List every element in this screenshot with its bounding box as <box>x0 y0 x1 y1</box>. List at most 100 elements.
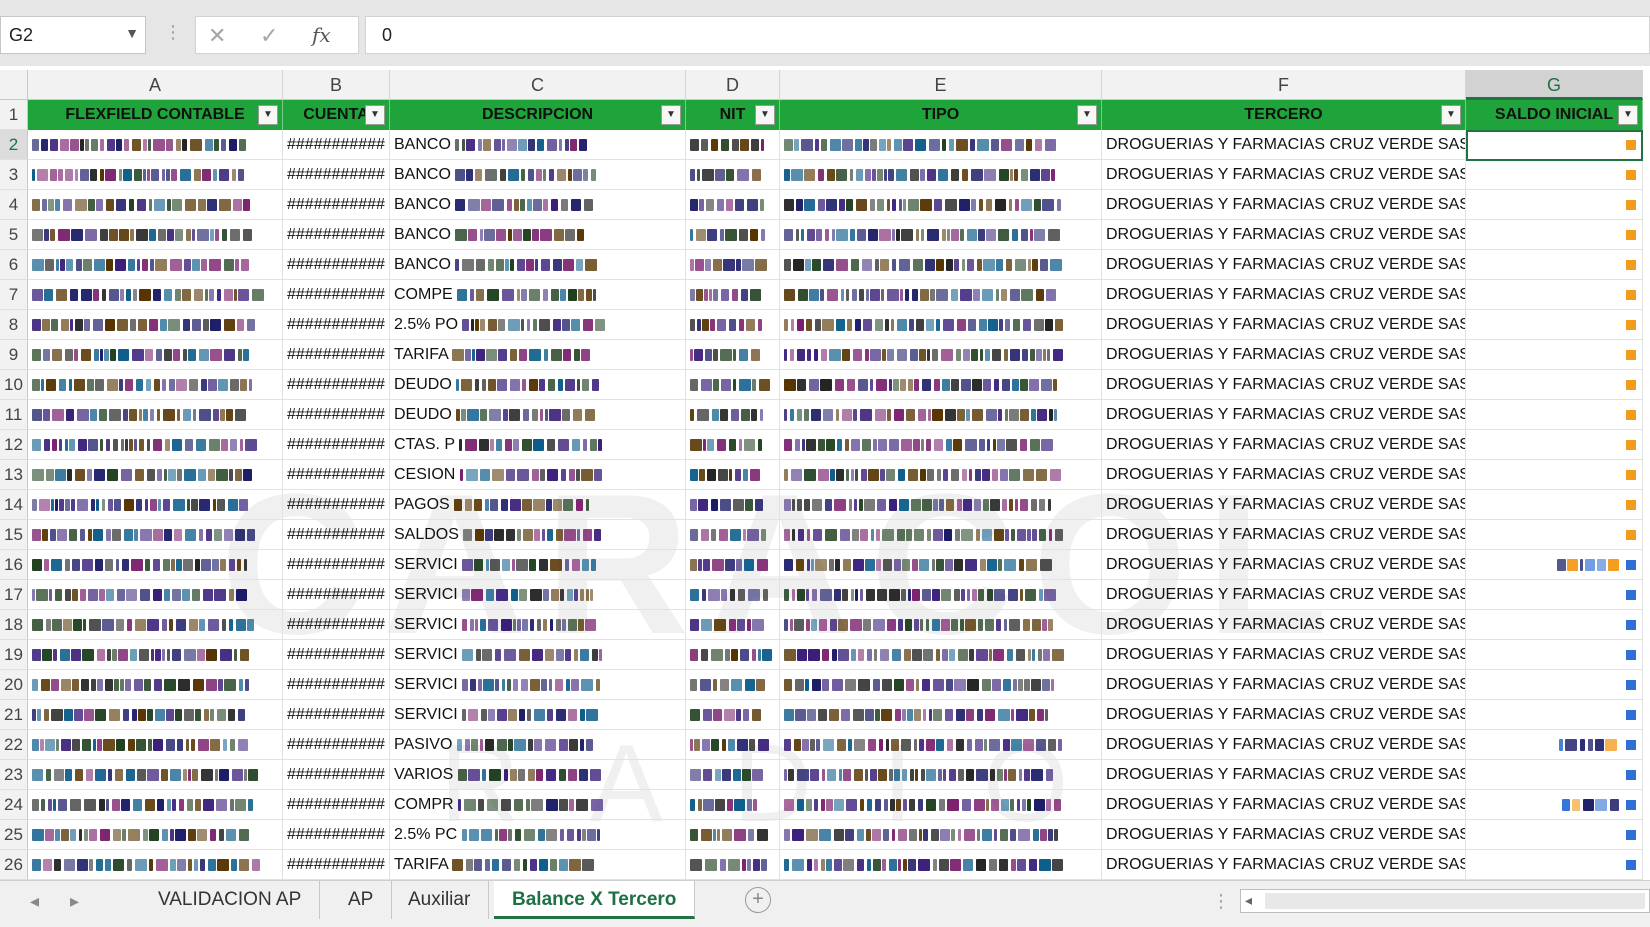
cell-a[interactable] <box>28 490 283 520</box>
cell-a[interactable] <box>28 610 283 640</box>
cell-g[interactable] <box>1466 460 1643 490</box>
filter-dropdown-icon[interactable]: ▼ <box>258 105 278 125</box>
cell-c[interactable]: COMPR <box>390 790 686 820</box>
formula-input[interactable]: 0 <box>365 16 1650 54</box>
cell-d[interactable] <box>686 550 780 580</box>
cell-d[interactable] <box>686 700 780 730</box>
cell-f[interactable]: DROGUERIAS Y FARMACIAS CRUZ VERDE SAS <box>1102 730 1466 760</box>
cell-a[interactable] <box>28 190 283 220</box>
cell-e[interactable] <box>780 730 1102 760</box>
cell-b[interactable]: ########### <box>283 670 390 700</box>
scrollbar-thumb[interactable] <box>1265 893 1645 909</box>
cell-c[interactable]: BANCO <box>390 220 686 250</box>
cell-f[interactable]: DROGUERIAS Y FARMACIAS CRUZ VERDE SAS <box>1102 550 1466 580</box>
cell-e[interactable] <box>780 130 1102 160</box>
cell-b[interactable]: ########### <box>283 220 390 250</box>
cell-g[interactable] <box>1466 370 1643 400</box>
cell-d[interactable] <box>686 310 780 340</box>
cell-g[interactable] <box>1466 160 1643 190</box>
cell-c[interactable]: BANCO <box>390 160 686 190</box>
cell-g[interactable] <box>1466 580 1643 610</box>
cell-g[interactable] <box>1466 790 1643 820</box>
row-header[interactable]: 21 <box>0 700 28 730</box>
row-header[interactable]: 13 <box>0 460 28 490</box>
cell-e[interactable] <box>780 190 1102 220</box>
cell-c[interactable]: 2.5% PC <box>390 820 686 850</box>
cell-f[interactable]: DROGUERIAS Y FARMACIAS CRUZ VERDE SAS <box>1102 400 1466 430</box>
cell-c[interactable]: SERVICI <box>390 640 686 670</box>
cell-d[interactable] <box>686 280 780 310</box>
cell-d[interactable] <box>686 490 780 520</box>
cell-c[interactable]: TARIFA <box>390 850 686 880</box>
cell-g[interactable] <box>1466 610 1643 640</box>
cell-a[interactable] <box>28 220 283 250</box>
cell-e[interactable] <box>780 370 1102 400</box>
cell-c[interactable]: CESION <box>390 460 686 490</box>
cell-b[interactable]: ########### <box>283 430 390 460</box>
cell-a[interactable] <box>28 250 283 280</box>
row-header[interactable]: 8 <box>0 310 28 340</box>
cell-c[interactable]: CTAS. P <box>390 430 686 460</box>
column-header-g[interactable]: G <box>1466 70 1643 100</box>
cell-g[interactable] <box>1466 340 1643 370</box>
cell-e[interactable] <box>780 490 1102 520</box>
cell-f[interactable]: DROGUERIAS Y FARMACIAS CRUZ VERDE SAS <box>1102 790 1466 820</box>
cell-g[interactable] <box>1466 430 1643 460</box>
cell-d[interactable] <box>686 730 780 760</box>
cell-b[interactable]: ########### <box>283 310 390 340</box>
add-sheet-icon[interactable]: + <box>745 887 771 913</box>
cell-c[interactable]: DEUDO <box>390 370 686 400</box>
cell-c[interactable]: BANCO <box>390 190 686 220</box>
cell-d[interactable] <box>686 610 780 640</box>
cell-f[interactable]: DROGUERIAS Y FARMACIAS CRUZ VERDE SAS <box>1102 490 1466 520</box>
cell-e[interactable] <box>780 310 1102 340</box>
cell-b[interactable]: ########### <box>283 700 390 730</box>
cell-d[interactable] <box>686 160 780 190</box>
column-header-c[interactable]: C <box>390 70 686 100</box>
cell-e[interactable] <box>780 460 1102 490</box>
cell-d[interactable] <box>686 460 780 490</box>
cell-g[interactable] <box>1466 190 1643 220</box>
cell-a[interactable] <box>28 520 283 550</box>
cell-a[interactable] <box>28 370 283 400</box>
sheet-tab-auxiliar[interactable]: Auxiliar <box>390 881 490 919</box>
cell-f[interactable]: DROGUERIAS Y FARMACIAS CRUZ VERDE SAS <box>1102 190 1466 220</box>
row-header[interactable]: 12 <box>0 430 28 460</box>
cell-f[interactable]: DROGUERIAS Y FARMACIAS CRUZ VERDE SAS <box>1102 640 1466 670</box>
cell-a[interactable] <box>28 160 283 190</box>
row-header[interactable]: 26 <box>0 850 28 880</box>
cell-e[interactable] <box>780 850 1102 880</box>
row-header[interactable]: 15 <box>0 520 28 550</box>
cell-f[interactable]: DROGUERIAS Y FARMACIAS CRUZ VERDE SAS <box>1102 280 1466 310</box>
cell-g[interactable] <box>1466 310 1643 340</box>
cell-f[interactable]: DROGUERIAS Y FARMACIAS CRUZ VERDE SAS <box>1102 520 1466 550</box>
cell-b[interactable]: ########### <box>283 820 390 850</box>
cell-e[interactable] <box>780 520 1102 550</box>
scroll-left-icon[interactable]: ◂ <box>1245 892 1252 909</box>
cell-b[interactable]: ########### <box>283 610 390 640</box>
cell-b[interactable]: ########### <box>283 730 390 760</box>
cell-f[interactable]: DROGUERIAS Y FARMACIAS CRUZ VERDE SAS <box>1102 610 1466 640</box>
cell-g[interactable] <box>1466 550 1643 580</box>
cell-b[interactable]: ########### <box>283 790 390 820</box>
cell-a[interactable] <box>28 790 283 820</box>
cell-b[interactable]: ########### <box>283 370 390 400</box>
cell-f[interactable]: DROGUERIAS Y FARMACIAS CRUZ VERDE SAS <box>1102 580 1466 610</box>
cell-b[interactable]: ########### <box>283 640 390 670</box>
row-header[interactable]: 2 <box>0 130 28 160</box>
column-header-f[interactable]: F <box>1102 70 1466 100</box>
cancel-icon[interactable]: ✕ <box>208 23 226 49</box>
filter-dropdown-icon[interactable]: ▼ <box>1618 105 1638 125</box>
cell-g[interactable] <box>1466 640 1643 670</box>
column-header-a[interactable]: A <box>28 70 283 100</box>
cell-g[interactable] <box>1466 730 1643 760</box>
cell-g[interactable] <box>1466 280 1643 310</box>
cell-b[interactable]: ########### <box>283 280 390 310</box>
cell-d[interactable] <box>686 430 780 460</box>
cell-a[interactable] <box>28 760 283 790</box>
cell-d[interactable] <box>686 250 780 280</box>
cell-f[interactable]: DROGUERIAS Y FARMACIAS CRUZ VERDE SAS <box>1102 340 1466 370</box>
cell-b[interactable]: ########### <box>283 550 390 580</box>
cell-b[interactable]: ########### <box>283 580 390 610</box>
row-header[interactable]: 23 <box>0 760 28 790</box>
